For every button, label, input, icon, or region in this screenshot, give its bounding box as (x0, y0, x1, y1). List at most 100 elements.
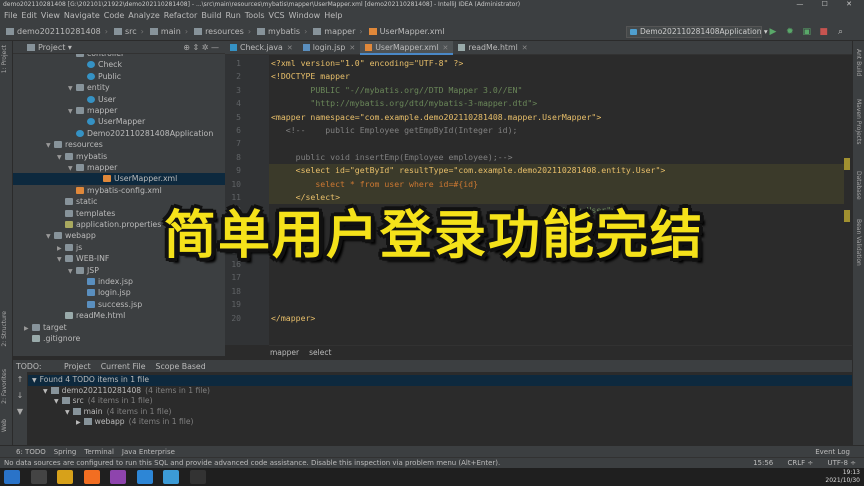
todo-tab[interactable]: Project (64, 362, 91, 371)
file-encoding[interactable]: UTF-8 ÷ (828, 459, 857, 467)
start-icon[interactable] (4, 470, 20, 484)
menu-item-window[interactable]: Window (289, 11, 321, 20)
code-breadcrumb-item[interactable]: select (309, 348, 331, 357)
taskbar-app-icon[interactable] (30, 470, 47, 484)
todo-tab[interactable]: Current File (101, 362, 146, 371)
menu-item-navigate[interactable]: Navigate (64, 11, 100, 20)
web-tool-tab[interactable]: Web (1, 419, 8, 432)
tree-node[interactable]: ▼ resources (46, 139, 103, 150)
tree-node[interactable]: ▼ mapper (68, 105, 117, 116)
menu-item-build[interactable]: Build (201, 11, 221, 20)
menu-item-refactor[interactable]: Refactor (164, 11, 198, 20)
tree-node[interactable]: Check (79, 59, 122, 70)
search-icon[interactable]: ⌕ (834, 23, 848, 41)
menu-item-run[interactable]: Run (225, 11, 240, 20)
tree-node[interactable]: ▼ JSP (68, 265, 99, 276)
tool-window-button[interactable]: Java Enterprise (122, 448, 175, 456)
tree-node[interactable]: UserMapper (79, 116, 145, 127)
close-icon[interactable]: ✕ (287, 44, 293, 52)
line-separator[interactable]: CRLF ÷ (787, 459, 813, 467)
project-tool-tab[interactable]: 1: Project (1, 45, 8, 73)
warning-marker[interactable] (844, 210, 850, 222)
tree-node[interactable]: ▼ mapper (68, 162, 117, 173)
arrow-up-icon[interactable]: ↑ (13, 372, 27, 388)
tree-node[interactable]: readMe.html (57, 310, 125, 321)
tool-window-button[interactable]: Terminal (84, 448, 114, 456)
window-controls[interactable]: — ☐ ✕ (796, 0, 860, 9)
run-configuration-select[interactable]: Demo202110281408Application ▾ (626, 26, 768, 38)
tree-node[interactable]: Demo202110281408Application (68, 128, 213, 139)
breadcrumb-item[interactable]: mapper › (313, 23, 363, 41)
todo-tree-row[interactable]: ▶ webapp (4 items in 1 file) (76, 417, 193, 428)
debug-icon[interactable]: ✹ (783, 23, 797, 41)
tree-node[interactable]: ▶ target (24, 322, 67, 333)
tool-window-button[interactable]: Spring (54, 448, 77, 456)
structure-tool-tab[interactable]: 2: Structure (1, 311, 8, 347)
database-tab[interactable]: Database (855, 171, 862, 200)
chevron-down-icon[interactable]: ▼ (32, 377, 37, 384)
editor-tab[interactable]: UserMapper.xml ✕ (360, 41, 454, 55)
tree-node[interactable]: static (57, 196, 97, 207)
tree-node[interactable]: login.jsp (79, 287, 131, 298)
tree-node[interactable]: .gitignore (24, 333, 80, 344)
menu-item-analyze[interactable]: Analyze (128, 11, 160, 20)
chevron-down-icon[interactable]: ▼ (46, 140, 54, 151)
chevron-down-icon[interactable]: ▼ (54, 398, 59, 405)
project-panel-actions[interactable]: ⊕ ⇕ ✲ — (183, 41, 219, 54)
chevron-down-icon[interactable]: ▼ (68, 106, 76, 117)
breadcrumb-item[interactable]: UserMapper.xml (368, 23, 445, 41)
coverage-icon[interactable]: ▣ (800, 23, 814, 41)
breadcrumb-item[interactable]: src › (113, 23, 144, 41)
taskbar-app-icon[interactable] (163, 470, 180, 484)
todo-tree-row[interactable]: ▼ demo202110281408 (4 items in 1 file) (43, 386, 210, 397)
arrow-down-icon[interactable]: ↓ (13, 388, 27, 404)
menu-item-view[interactable]: View (41, 11, 60, 20)
chevron-down-icon[interactable]: ▼ (65, 409, 70, 416)
breadcrumb-item[interactable]: main › (149, 23, 188, 41)
tree-node[interactable]: templates (57, 208, 115, 219)
filter-icon[interactable]: ▼ (13, 404, 27, 420)
tree-node[interactable]: Public (79, 71, 121, 82)
tree-node[interactable]: ▼ entity (68, 82, 110, 93)
menu-item-tools[interactable]: Tools (245, 11, 265, 20)
menu-item-edit[interactable]: Edit (21, 11, 37, 20)
editor-tab[interactable]: readMe.html ✕ (453, 41, 532, 55)
menu-item-file[interactable]: File (4, 11, 17, 20)
maven-projects-tab[interactable]: Maven Projects (855, 99, 862, 144)
chevron-down-icon[interactable]: ▼ (57, 254, 65, 265)
editor-tab[interactable]: Check.java ✕ (225, 41, 298, 55)
breadcrumb-item[interactable]: resources › (194, 23, 251, 41)
caret-position[interactable]: 15:56 (753, 459, 773, 467)
editor-tab[interactable]: login.jsp ✕ (298, 41, 361, 55)
todo-tree-row[interactable]: ▼ main (4 items in 1 file) (65, 407, 171, 418)
taskbar-app-icon[interactable] (136, 470, 153, 484)
run-icon[interactable]: ▶ (766, 23, 780, 41)
chevron-down-icon[interactable]: ▼ (68, 83, 76, 94)
tree-node[interactable]: index.jsp (79, 276, 133, 287)
favorites-tool-tab[interactable]: 2: Favorites (1, 369, 8, 404)
breadcrumb-item[interactable]: demo202110281408 › (6, 23, 108, 41)
ant-build-tab[interactable]: Ant Build (855, 49, 862, 76)
taskbar-app-icon[interactable] (57, 470, 74, 484)
tree-node[interactable]: mybatis-config.xml (68, 185, 162, 196)
project-panel-title[interactable]: Project (38, 43, 65, 52)
chevron-down-icon[interactable]: ▼ (46, 231, 54, 242)
close-icon[interactable]: ✕ (522, 44, 528, 52)
tree-node[interactable]: ▼ mybatis (57, 151, 107, 162)
chevron-down-icon[interactable]: ▼ (68, 266, 76, 277)
menu-item-help[interactable]: Help (324, 11, 342, 20)
taskbar-app-icon[interactable] (189, 470, 206, 484)
chevron-down-icon[interactable]: ▼ (43, 388, 48, 395)
warning-marker[interactable] (844, 158, 850, 170)
todo-tree-row[interactable]: ▼ src (4 items in 1 file) (54, 396, 153, 407)
menu-item-code[interactable]: Code (104, 11, 124, 20)
tree-node[interactable]: ▼ WEB-INF (57, 253, 109, 264)
tree-node[interactable]: UserMapper.xml (13, 173, 225, 185)
tree-node[interactable]: ▶ js (57, 242, 82, 253)
code-breadcrumb-item[interactable]: mapper (270, 348, 299, 357)
close-icon[interactable]: ✕ (349, 44, 355, 52)
chevron-down-icon[interactable]: ▼ (57, 152, 65, 163)
breadcrumb-item[interactable]: mybatis › (257, 23, 307, 41)
todo-tree-row[interactable]: ▼ Found 4 TODO items in 1 file (28, 375, 852, 386)
todo-tab[interactable]: Scope Based (156, 362, 206, 371)
